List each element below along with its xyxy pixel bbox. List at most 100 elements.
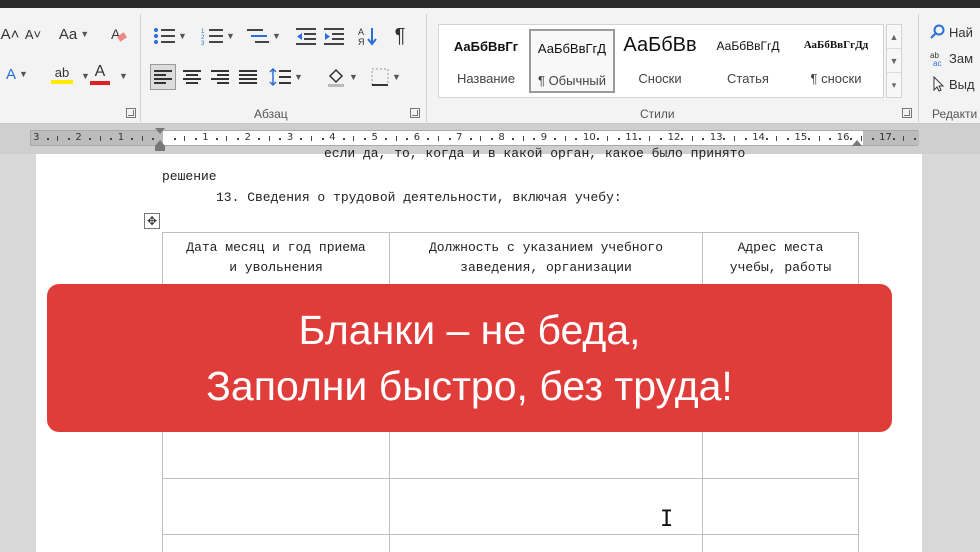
bullet-list-icon [154, 28, 176, 44]
font-color-swatch [90, 81, 110, 85]
paragraph-dialog-launcher-icon[interactable] [410, 108, 420, 118]
ruler-tick [342, 138, 345, 140]
styles-scroll[interactable]: ▲ ▼ ▾ [886, 24, 902, 98]
ruler-tick [786, 138, 789, 140]
ruler-left-margin [31, 131, 163, 145]
ruler-number: 3 [286, 132, 294, 143]
more-styles-icon[interactable]: ▾ [887, 73, 901, 97]
styles-dialog-launcher-icon[interactable] [902, 108, 912, 118]
svg-text:A: A [358, 27, 364, 37]
caption-line-2: Заполни быстро, без труда! [206, 363, 733, 409]
ruler-tick [279, 138, 282, 140]
decrease-indent-button[interactable] [294, 24, 318, 48]
scroll-down-icon[interactable]: ▼ [887, 49, 901, 73]
chevron-down-icon: ▼ [80, 29, 90, 39]
ruler-tick [88, 138, 91, 140]
ruler-tick [311, 136, 313, 141]
ruler-number: 13 [709, 132, 723, 143]
ruler-number: 5 [371, 132, 378, 143]
chevron-down-icon: ▼ [19, 69, 28, 79]
ruler-tick [533, 138, 536, 140]
ruler-tick [469, 138, 472, 140]
ruler-tick [702, 138, 705, 140]
ruler-tick [141, 136, 143, 141]
increase-indent-button[interactable] [322, 24, 346, 48]
style-title[interactable]: АаБбВвГг Название [443, 29, 529, 93]
shading-button[interactable]: ▼ [322, 65, 362, 89]
highlight-color-button[interactable]: ab [42, 62, 82, 86]
find-button[interactable]: Най [930, 20, 980, 44]
line-spacing-button[interactable]: ▼ [266, 65, 306, 89]
font-dialog-launcher-icon[interactable] [126, 108, 136, 118]
ruler-tick [871, 138, 874, 140]
font-color-button[interactable]: A [88, 62, 112, 86]
ruler-tick [57, 136, 59, 141]
ruler-tick [480, 136, 482, 141]
replace-button[interactable]: ab ac Зам [930, 46, 980, 70]
ruler-tick [321, 138, 324, 140]
ruler-number: 14 [752, 132, 765, 143]
ruler-tick [258, 138, 261, 140]
ruler-tick [184, 136, 186, 141]
ruler-tick [818, 136, 820, 141]
ruler-tick [490, 138, 493, 140]
align-left-button[interactable] [150, 64, 176, 90]
align-right-button[interactable] [208, 65, 232, 89]
ruler-tick [660, 138, 663, 140]
align-center-button[interactable] [180, 65, 204, 89]
chevron-down-icon[interactable]: ▼ [119, 71, 128, 81]
ruler-tick [564, 136, 566, 141]
show-formatting-marks-button[interactable]: ¶ [388, 24, 412, 48]
style-normal[interactable]: АаБбВвГгД ¶ Обычный [529, 29, 615, 93]
ruler-tick [903, 136, 905, 141]
table-move-handle-icon[interactable]: ✥ [144, 213, 160, 229]
ruler-number: 4 [329, 132, 336, 143]
ruler-tick [385, 138, 388, 140]
ruler-tick [892, 138, 895, 140]
style-article[interactable]: АаБбВвГгД Статья [705, 29, 791, 93]
ruler-tick [607, 136, 609, 141]
grow-font-button[interactable]: A˄ [0, 22, 20, 46]
ruler-tick [776, 136, 778, 141]
ruler-tick [913, 138, 916, 140]
ruler-tick [67, 138, 70, 140]
shrink-font-button[interactable]: A˅ [22, 22, 44, 46]
ruler-number: 2 [244, 132, 251, 143]
sort-button[interactable]: AЯ [356, 24, 380, 48]
ruler-tick [237, 138, 240, 140]
search-icon [930, 24, 945, 39]
left-indent-marker[interactable] [155, 146, 165, 151]
table-header-address[interactable]: Адрес места учебы, работы [703, 238, 858, 278]
text-effects-button[interactable]: A ▼ [0, 62, 34, 86]
svg-text:3: 3 [201, 41, 205, 45]
style-footnotes[interactable]: АаБбВв Сноски [617, 29, 703, 93]
borders-button[interactable]: ▼ [366, 65, 406, 89]
ruler-tick [681, 138, 684, 140]
change-case-button[interactable]: Aa ▼ [54, 22, 94, 46]
style-footnote-para[interactable]: АаБбВвГгДд ¶ сноски [793, 29, 879, 93]
scroll-up-icon[interactable]: ▲ [887, 25, 901, 49]
table-header-date[interactable]: Дата месяц и год приема и увольнения [163, 238, 389, 278]
ruler-tick [596, 138, 599, 140]
bullets-button[interactable]: ▼ [152, 24, 188, 48]
group-separator [426, 14, 427, 122]
ruler-tick [723, 138, 726, 140]
ruler-tick [99, 136, 101, 141]
numbering-button[interactable]: 1 2 3 ▼ [198, 24, 238, 48]
right-indent-marker[interactable] [852, 140, 862, 146]
ruler-number: 17 [879, 132, 892, 143]
ruler-tick [765, 138, 768, 140]
select-button[interactable]: Выд [930, 72, 980, 96]
table-header-position[interactable]: Должность с указанием учебного заведения… [390, 238, 702, 278]
justify-button[interactable] [236, 65, 260, 89]
text-cursor-icon: I [660, 507, 674, 532]
align-center-icon [183, 70, 201, 84]
ruler-number: 6 [413, 132, 421, 143]
table-border [162, 232, 859, 233]
first-line-indent-marker[interactable] [155, 128, 165, 134]
clear-formatting-button[interactable]: A [106, 22, 130, 46]
ruler-tick [617, 138, 620, 140]
ruler-tick [427, 138, 430, 140]
multilevel-list-button[interactable]: ▼ [244, 24, 284, 48]
ruler-tick [46, 138, 49, 140]
